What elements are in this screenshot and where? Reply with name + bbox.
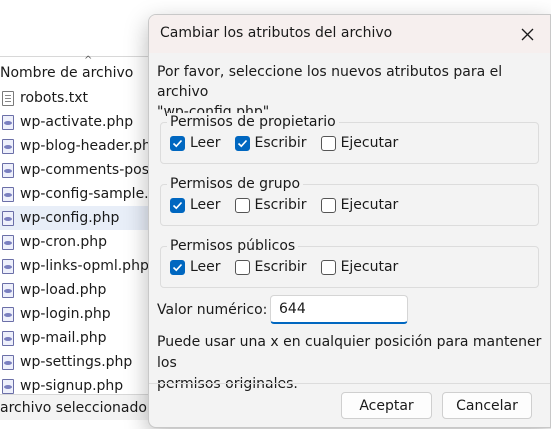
intro-text: Por favor, seleccione los nuevos atribut… bbox=[157, 64, 503, 100]
php-file-icon bbox=[2, 330, 14, 346]
file-name: wp-blog-header.php bbox=[20, 138, 160, 154]
group-legend: Permisos de propietario bbox=[167, 113, 339, 131]
file-row[interactable]: wp-mail.php bbox=[0, 326, 160, 350]
checkbox-box[interactable] bbox=[234, 259, 250, 275]
group-permissions-group: Permisos de grupo Leer Escribir Ejecutar bbox=[160, 175, 539, 226]
group-read-checkbox[interactable]: Leer bbox=[170, 197, 221, 213]
status-bar: archivo seleccionado. bbox=[0, 394, 160, 420]
owner-read-checkbox[interactable]: Leer bbox=[170, 135, 221, 151]
checkbox-box[interactable] bbox=[170, 135, 185, 151]
accept-button[interactable]: Aceptar bbox=[341, 392, 432, 419]
group-execute-checkbox[interactable]: Ejecutar bbox=[320, 197, 399, 213]
php-file-icon bbox=[2, 114, 14, 130]
file-row[interactable]: wp-login.php bbox=[0, 302, 160, 326]
checkmark-icon bbox=[172, 139, 183, 147]
php-file-icon bbox=[2, 354, 14, 370]
file-name: wp-login.php bbox=[20, 306, 111, 322]
group-legend: Permisos públicos bbox=[167, 237, 299, 255]
file-name: wp-cron.php bbox=[20, 234, 108, 250]
public-read-checkbox[interactable]: Leer bbox=[170, 259, 221, 275]
checkbox-box[interactable] bbox=[234, 135, 250, 151]
file-row[interactable]: wp-links-opml.php bbox=[0, 254, 160, 278]
php-file-icon bbox=[2, 282, 14, 298]
file-row[interactable]: wp-cron.php bbox=[0, 230, 160, 254]
php-file-icon bbox=[2, 378, 14, 394]
public-execute-checkbox[interactable]: Ejecutar bbox=[320, 259, 399, 275]
close-button[interactable] bbox=[512, 19, 542, 49]
checkmark-icon bbox=[237, 139, 247, 147]
checkbox-box[interactable] bbox=[320, 135, 336, 151]
php-file-icon bbox=[2, 186, 14, 202]
checkbox-label: Ejecutar bbox=[340, 259, 399, 275]
close-icon bbox=[521, 28, 533, 40]
file-name: wp-config-sample.php bbox=[20, 186, 160, 202]
checkbox-label: Leer bbox=[190, 197, 221, 213]
checkbox-box[interactable] bbox=[320, 259, 336, 275]
footer-divider bbox=[149, 383, 550, 384]
file-name: wp-config.php bbox=[20, 210, 120, 226]
cancel-button[interactable]: Cancelar bbox=[442, 392, 532, 419]
checkbox-box[interactable] bbox=[320, 197, 336, 213]
dialog-titlebar[interactable]: Cambiar los atributos del archivo bbox=[149, 15, 550, 53]
checkbox-label: Ejecutar bbox=[340, 135, 399, 151]
php-file-icon bbox=[2, 306, 14, 322]
dialog-title: Cambiar los atributos del archivo bbox=[160, 25, 393, 41]
php-file-icon bbox=[2, 162, 14, 178]
file-name: wp-signup.php bbox=[20, 378, 124, 394]
php-file-icon bbox=[2, 258, 14, 274]
file-row[interactable]: robots.txt bbox=[0, 86, 160, 110]
numeric-value-input[interactable] bbox=[270, 295, 408, 324]
file-row[interactable]: wp-blog-header.php bbox=[0, 134, 160, 158]
owner-permissions-group: Permisos de propietario Leer Escribir Ej… bbox=[160, 113, 539, 164]
hint-text: Puede usar una x en cualquier posición p… bbox=[157, 332, 547, 395]
change-attributes-dialog: Cambiar los atributos del archivo Por fa… bbox=[148, 14, 551, 428]
file-row[interactable]: wp-config-sample.php bbox=[0, 182, 160, 206]
file-row[interactable]: wp-comments-post. bbox=[0, 158, 160, 182]
checkbox-label: Escribir bbox=[254, 135, 307, 151]
file-row[interactable]: wp-load.php bbox=[0, 278, 160, 302]
checkbox-label: Leer bbox=[190, 259, 221, 275]
php-file-icon bbox=[2, 210, 14, 226]
file-name: wp-comments-post. bbox=[20, 162, 159, 178]
file-row[interactable]: wp-activate.php bbox=[0, 110, 160, 134]
checkbox-box[interactable] bbox=[170, 259, 185, 275]
checkbox-label: Leer bbox=[190, 135, 221, 151]
checkmark-icon bbox=[172, 201, 183, 209]
hint-line: Puede usar una x en cualquier posición p… bbox=[157, 334, 542, 371]
group-legend: Permisos de grupo bbox=[167, 175, 304, 193]
file-row-selected[interactable]: wp-config.php bbox=[0, 206, 160, 230]
php-file-icon bbox=[2, 138, 14, 154]
checkbox-box[interactable] bbox=[234, 197, 250, 213]
checkmark-icon bbox=[172, 263, 183, 271]
file-name: wp-load.php bbox=[20, 282, 107, 298]
file-list: robots.txt wp-activate.php wp-blog-heade… bbox=[0, 86, 160, 398]
public-permissions-group: Permisos públicos Leer Escribir Ejecutar bbox=[160, 237, 539, 288]
checkbox-label: Escribir bbox=[254, 259, 307, 275]
public-write-checkbox[interactable]: Escribir bbox=[234, 259, 307, 275]
file-name: robots.txt bbox=[20, 90, 88, 106]
column-header-filename[interactable]: Nombre de archivo bbox=[0, 62, 160, 84]
file-name: wp-settings.php bbox=[20, 354, 133, 370]
checkbox-label: Ejecutar bbox=[340, 197, 399, 213]
file-name: wp-mail.php bbox=[20, 330, 107, 346]
owner-write-checkbox[interactable]: Escribir bbox=[234, 135, 307, 151]
file-name: wp-activate.php bbox=[20, 114, 134, 130]
group-write-checkbox[interactable]: Escribir bbox=[234, 197, 307, 213]
checkbox-label: Escribir bbox=[254, 197, 307, 213]
numeric-value-label: Valor numérico: bbox=[157, 302, 268, 318]
checkbox-box[interactable] bbox=[170, 197, 185, 213]
file-row[interactable]: wp-settings.php bbox=[0, 350, 160, 374]
php-file-icon bbox=[2, 234, 14, 250]
owner-execute-checkbox[interactable]: Ejecutar bbox=[320, 135, 399, 151]
text-file-icon bbox=[2, 90, 14, 106]
file-name: wp-links-opml.php bbox=[20, 258, 149, 274]
